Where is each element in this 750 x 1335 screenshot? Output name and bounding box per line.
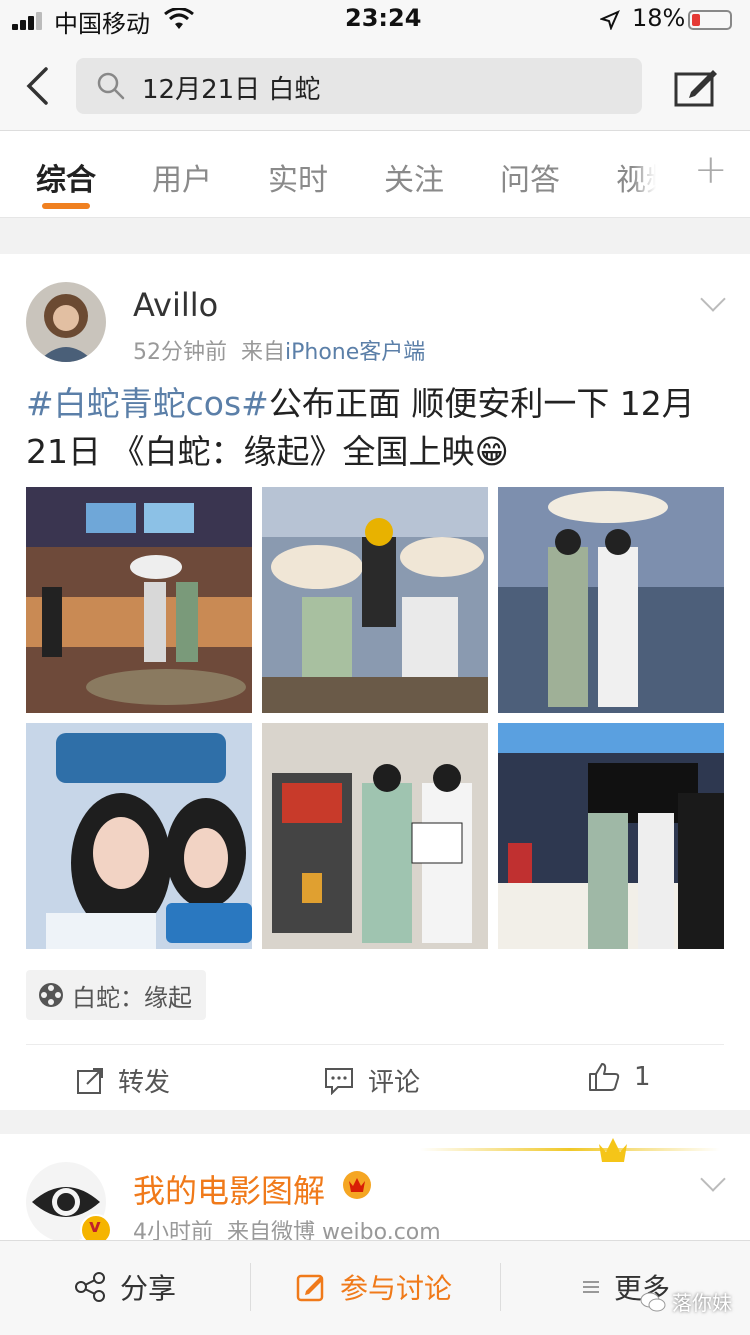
post-source: weibo.com — [322, 1220, 441, 1240]
share-label: 分享 — [120, 1272, 177, 1305]
clock: 23:24 — [345, 4, 422, 32]
decoration-line — [420, 1148, 720, 1151]
hashtag-link[interactable]: #白蛇青蛇cos# — [26, 384, 269, 423]
share-button[interactable]: 分享 — [74, 1267, 176, 1307]
post-card: Avillo 52分钟前 来自iPhone客户端 #白蛇青蛇cos#公布正面 顺… — [0, 254, 750, 1110]
repost-button[interactable]: 转发 — [76, 1062, 170, 1099]
tab-video[interactable]: 视频 — [616, 155, 656, 199]
selfie-photo — [26, 723, 252, 949]
photo-thumbnail[interactable] — [26, 723, 252, 949]
carrier-label: 中国移动 — [54, 10, 150, 38]
photo-thumbnail[interactable] — [498, 723, 724, 949]
cinema-lobby-photo — [26, 487, 252, 713]
wifi-icon — [164, 8, 194, 29]
photo-thumbnail[interactable] — [262, 487, 488, 713]
edit-icon — [296, 1274, 324, 1302]
photo-thumbnail[interactable] — [262, 723, 488, 949]
post-time: 4小时前 — [133, 1220, 213, 1240]
post-source[interactable]: iPhone客户端 — [285, 340, 425, 365]
post-username[interactable]: 我的电影图解 — [133, 1166, 325, 1212]
search-header: 12月21日 白蛇 — [0, 40, 750, 131]
tab-all[interactable]: 综合 — [36, 155, 96, 199]
like-button[interactable]: 1 — [588, 1062, 651, 1092]
bottom-bar: 分享 参与讨论 更多 落你妹 — [0, 1240, 750, 1335]
wechat-icon — [640, 1292, 666, 1311]
crown-icon — [599, 1138, 627, 1162]
menu-icon — [583, 1281, 599, 1293]
photo-thumbnail[interactable] — [498, 487, 724, 713]
comment-label: 评论 — [368, 1068, 421, 1098]
topic-label: 白蛇：缘起 — [72, 983, 192, 1012]
chevron-down-icon[interactable] — [700, 1166, 726, 1192]
search-tabs: 综合 用户 实时 关注 问答 视频 + — [0, 131, 750, 218]
signal-icon — [12, 12, 48, 30]
tab-users[interactable]: 用户 — [152, 155, 212, 199]
like-count: 1 — [634, 1062, 651, 1092]
soda-fountain-photo — [262, 723, 488, 949]
thumbs-up-icon — [589, 1063, 620, 1091]
vip-crown-badge-icon — [343, 1171, 371, 1199]
watermark: 落你妹 — [640, 1287, 732, 1316]
photo-thumbnail[interactable] — [26, 487, 252, 713]
umbrella-group-photo — [262, 487, 488, 713]
comment-button[interactable]: 评论 — [324, 1062, 420, 1099]
divider — [26, 1044, 724, 1045]
share-icon — [75, 1272, 105, 1302]
post-text: #白蛇青蛇cos#公布正面 顺便安利一下 12月21日 《白蛇：缘起》全国上映😁 — [26, 380, 726, 476]
comment-icon — [325, 1067, 353, 1095]
search-icon — [97, 72, 125, 100]
post-username[interactable]: Avillo — [133, 286, 218, 324]
grin-emoji-icon: 😁 — [474, 432, 509, 471]
verified-badge-icon: v — [80, 1214, 112, 1240]
active-tab-indicator — [42, 203, 90, 209]
standing-duo-photo — [498, 487, 724, 713]
post-meta: 52分钟前 来自iPhone客户端 — [133, 334, 425, 366]
repost-icon — [77, 1067, 103, 1094]
status-bar: 中国移动 23:24 18% — [0, 0, 750, 40]
search-input[interactable]: 12月21日 白蛇 — [76, 58, 642, 114]
add-tab-icon[interactable]: + — [694, 147, 728, 193]
join-discussion-label: 参与讨论 — [340, 1272, 453, 1305]
battery-icon — [688, 10, 732, 30]
counter-photo — [498, 723, 724, 949]
location-arrow-icon — [600, 10, 620, 30]
chevron-down-icon[interactable] — [700, 286, 726, 312]
divider — [500, 1263, 501, 1311]
post-card: v 我的电影图解 4小时前 来自微博 weibo.com — [0, 1134, 750, 1240]
tab-realtime[interactable]: 实时 — [268, 155, 328, 199]
avatar[interactable] — [26, 282, 106, 362]
repost-label: 转发 — [118, 1068, 171, 1098]
compose-icon[interactable] — [674, 68, 718, 108]
post-source-prefix: 来自微博 — [227, 1220, 316, 1240]
divider — [250, 1263, 251, 1311]
film-reel-icon — [39, 983, 63, 1007]
post-meta: 4小时前 来自微博 weibo.com — [133, 1214, 441, 1240]
post-time: 52分钟前 — [133, 340, 227, 365]
tab-following[interactable]: 关注 — [384, 155, 444, 199]
post-source-prefix: 来自 — [241, 340, 286, 365]
join-discussion-button[interactable]: 参与讨论 — [296, 1267, 452, 1307]
back-arrow-icon[interactable] — [24, 66, 50, 106]
battery-percent: 18% — [632, 4, 686, 32]
topic-chip[interactable]: 白蛇：缘起 — [26, 970, 206, 1020]
tab-qa[interactable]: 问答 — [500, 155, 560, 199]
watermark-label: 落你妹 — [672, 1291, 732, 1315]
search-query: 12月21日 白蛇 — [142, 75, 321, 105]
